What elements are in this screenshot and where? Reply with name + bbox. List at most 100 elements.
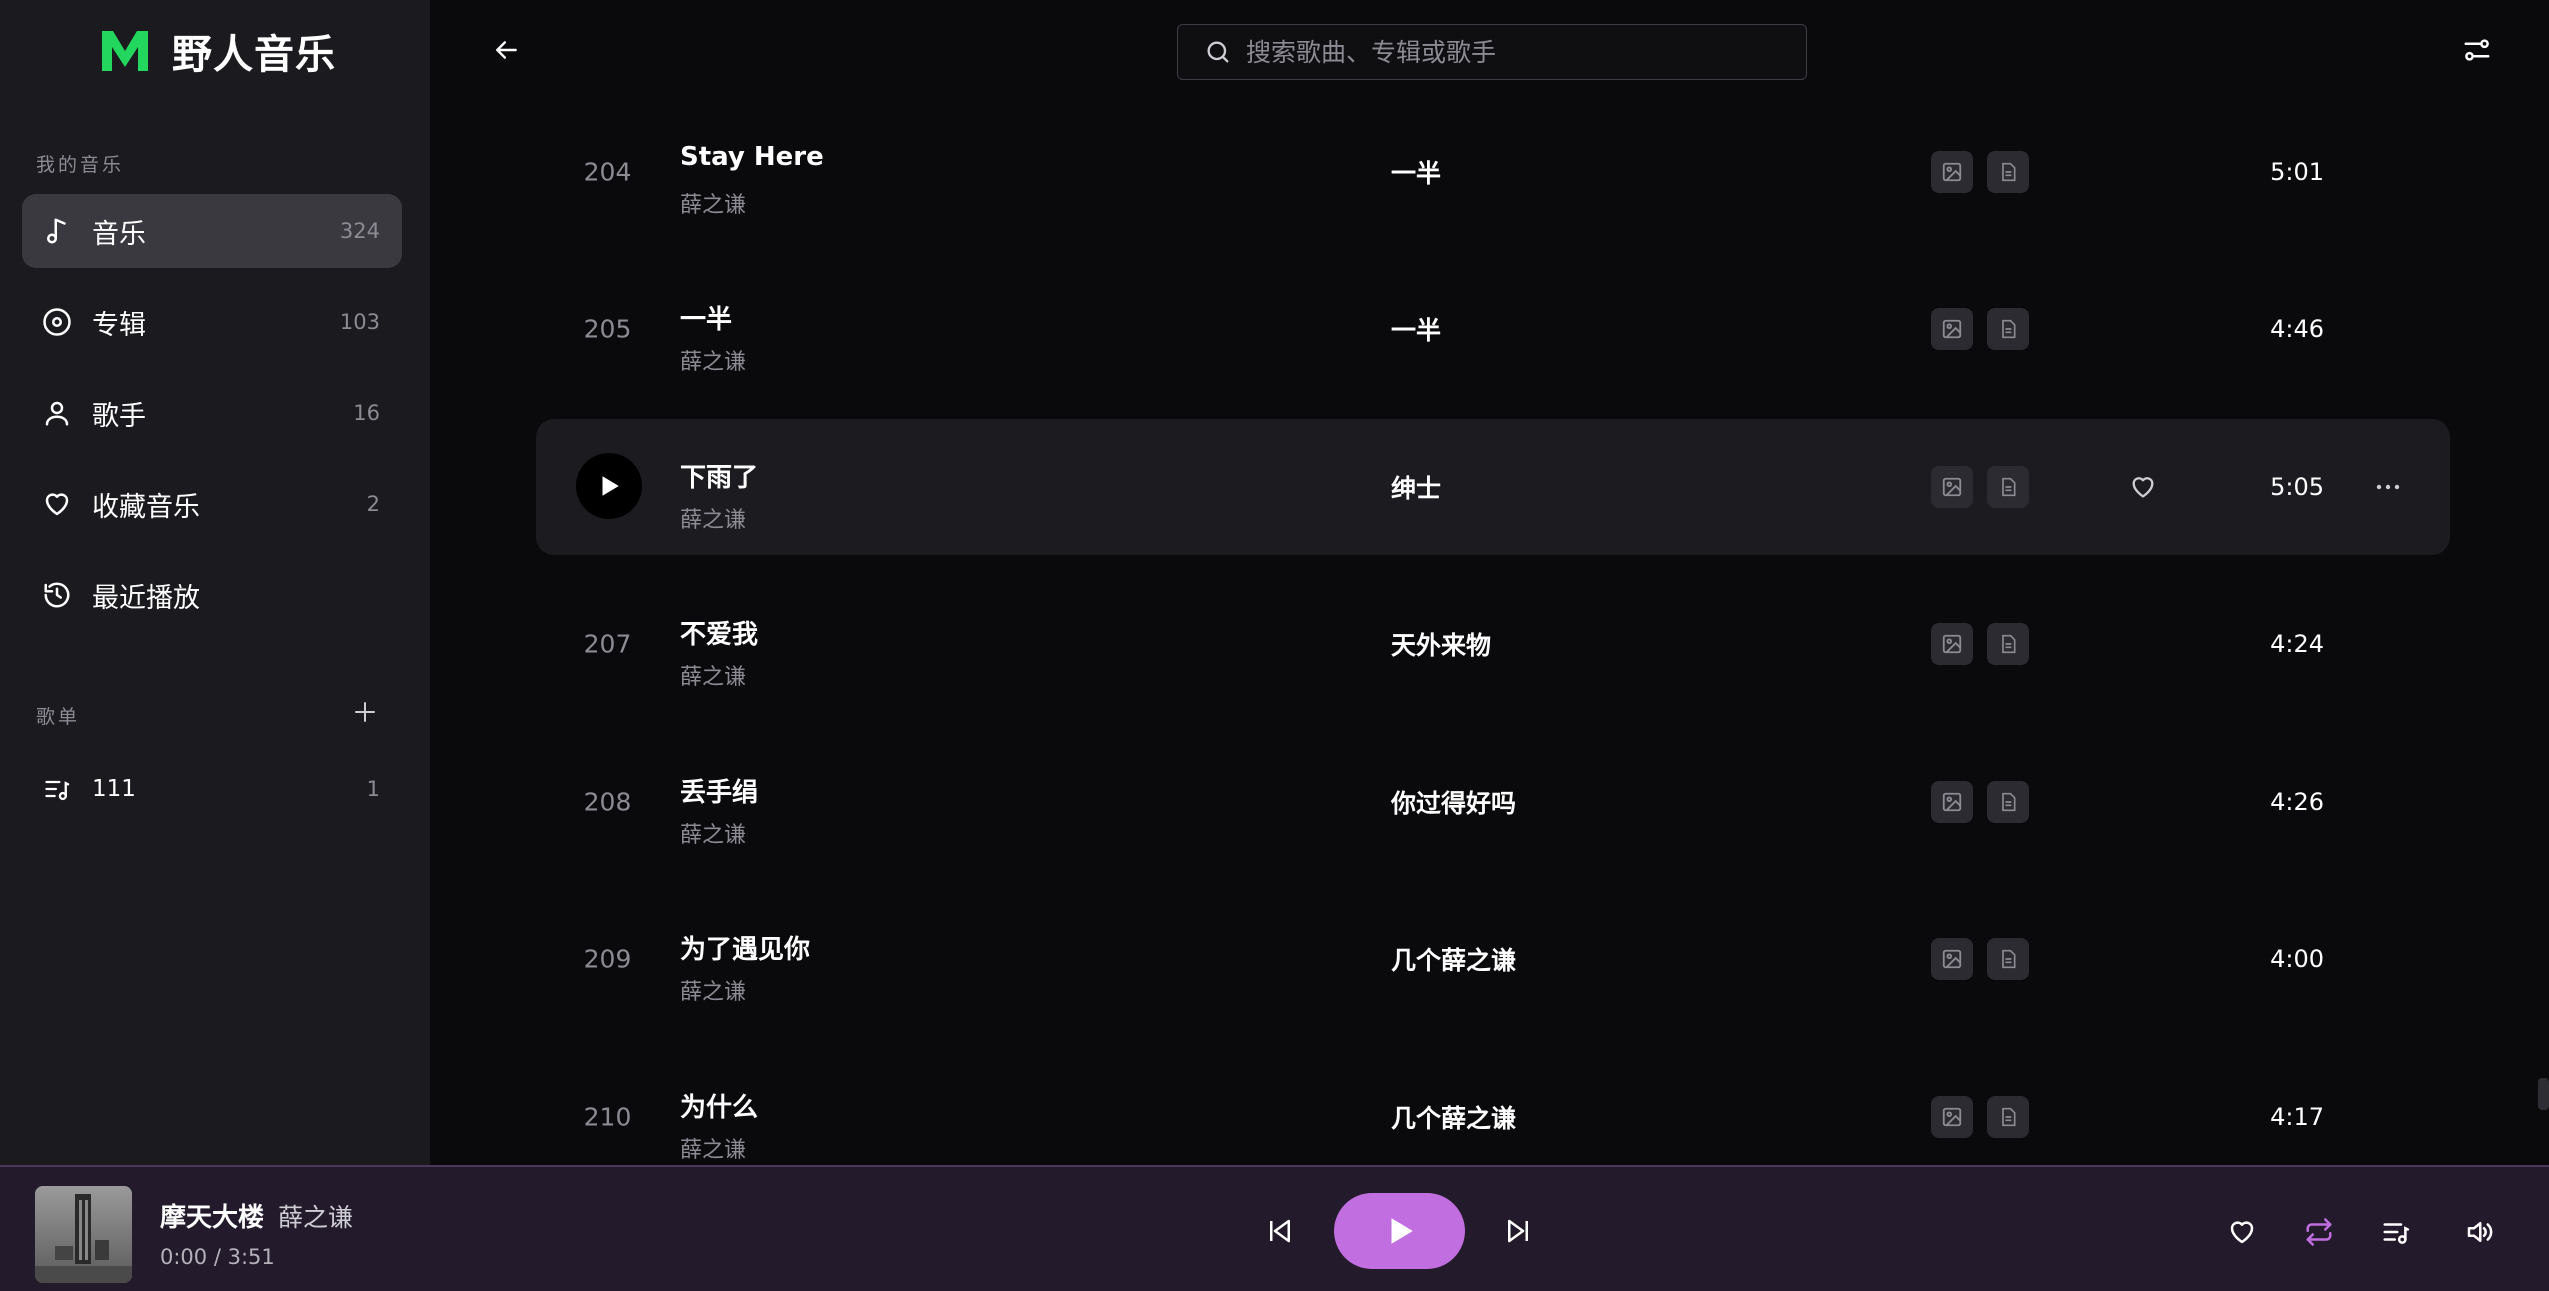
song-number: 208 [583, 787, 632, 817]
favorite-current-button[interactable] [2224, 1214, 2260, 1250]
sidebar-item-label: 歌手 [92, 400, 146, 432]
playback-time: 0:00 / 3:51 [160, 1245, 275, 1269]
sidebar-item-label: 专辑 [92, 309, 146, 341]
back-button[interactable] [490, 33, 524, 67]
song-title: 为什么 [680, 1093, 759, 1123]
cover-image-icon [1931, 938, 1973, 980]
logo-m-icon [102, 31, 148, 71]
more-options-button[interactable] [2368, 472, 2408, 502]
sidebar-item-albums[interactable]: 专辑 103 [22, 285, 402, 359]
sidebar-item-count: 2 [366, 492, 380, 516]
song-album[interactable]: 你过得好吗 [1391, 784, 1516, 820]
song-duration: 4:17 [2270, 1103, 2324, 1131]
plus-icon [355, 702, 375, 722]
song-album[interactable]: 绅士 [1391, 469, 1441, 505]
more-dots-icon [2376, 484, 2400, 490]
song-title: 一半 [680, 305, 733, 335]
play-icon [1391, 1218, 1413, 1244]
sidebar-item-music[interactable]: 音乐 324 [22, 194, 402, 268]
play-song-button[interactable] [576, 453, 642, 519]
song-number: 209 [583, 944, 632, 974]
song-number: 205 [583, 314, 632, 344]
song-album[interactable]: 几个薛之谦 [1391, 1099, 1516, 1135]
song-artist[interactable]: 薛之谦 [680, 659, 746, 691]
now-playing-cover[interactable] [35, 1186, 132, 1283]
repeat-icon [2306, 1218, 2332, 1246]
sidebar-item-count: 16 [353, 401, 380, 425]
playlist-icon [40, 772, 74, 806]
now-playing-artist[interactable]: 薛之谦 [278, 1198, 353, 1234]
sidebar-item-count: 103 [339, 310, 380, 334]
song-number: 207 [583, 629, 632, 659]
history-icon [40, 578, 74, 612]
previous-button[interactable] [1262, 1213, 1298, 1249]
song-row[interactable]: 下雨了 薛之谦 绅士 5:05 [536, 419, 2450, 555]
lyrics-file-icon [1987, 466, 2029, 508]
cover-image-icon [1931, 623, 1973, 665]
cover-image-icon [1931, 1096, 1973, 1138]
now-playing-title: 摩天大楼 [160, 1203, 265, 1233]
song-duration: 4:26 [2270, 788, 2324, 816]
play-pause-button[interactable] [1334, 1193, 1465, 1269]
song-album[interactable]: 天外来物 [1391, 626, 1491, 662]
playlists-label: 歌单 [36, 706, 81, 728]
song-title: 为了遇见你 [680, 935, 811, 965]
song-artist[interactable]: 薛之谦 [680, 187, 746, 219]
song-artist[interactable]: 薛之谦 [680, 817, 746, 849]
queue-button[interactable] [2378, 1214, 2414, 1250]
lyrics-file-icon [1987, 1096, 2029, 1138]
playlist-item-111[interactable]: 111 1 [22, 752, 402, 826]
song-artist[interactable]: 薛之谦 [680, 502, 746, 534]
next-button[interactable] [1500, 1213, 1536, 1249]
song-row[interactable]: 208 丢手绢 薛之谦 你过得好吗 4:26 [536, 734, 2450, 870]
logo[interactable]: 野人音乐 [100, 25, 336, 78]
song-artist[interactable]: 薛之谦 [680, 1132, 746, 1164]
playlist-item-count: 1 [366, 777, 380, 801]
player-bar: 摩天大楼 薛之谦 0:00 / 3:51 [0, 1165, 2549, 1291]
song-album[interactable]: 几个薛之谦 [1391, 941, 1516, 977]
volume-button[interactable] [2461, 1214, 2497, 1250]
cover-image-icon [1931, 466, 1973, 508]
song-row[interactable]: 204 Stay Here 薛之谦 一半 5:01 [536, 104, 2450, 240]
sidebar-item-artists[interactable]: 歌手 16 [22, 376, 402, 450]
user-icon [40, 396, 74, 430]
song-title: 下雨了 [680, 463, 759, 493]
song-number: 204 [583, 157, 632, 187]
arrow-left-icon [496, 41, 517, 59]
song-title: 丢手绢 [680, 778, 759, 808]
scrollbar-thumb[interactable] [2538, 1078, 2549, 1110]
search-input[interactable] [1246, 37, 1806, 67]
repeat-button[interactable] [2301, 1214, 2337, 1250]
song-duration: 4:24 [2270, 630, 2324, 658]
song-album[interactable]: 一半 [1391, 311, 1441, 347]
heart-icon [2132, 477, 2154, 498]
sidebar-item-count: 324 [339, 219, 380, 243]
sidebar-item-label: 音乐 [92, 218, 146, 250]
song-artist[interactable]: 薛之谦 [680, 344, 746, 376]
song-album[interactable]: 一半 [1391, 154, 1441, 190]
volume-icon [2467, 1222, 2493, 1242]
song-duration: 5:05 [2270, 473, 2324, 501]
song-row[interactable]: 209 为了遇见你 薛之谦 几个薛之谦 4:00 [536, 891, 2450, 1027]
song-title: 不爱我 [680, 620, 759, 650]
song-row[interactable]: 205 一半 薛之谦 一半 4:46 [536, 261, 2450, 397]
sidebar: 野人音乐 我的音乐 音乐 324 专辑 103 歌手 16 收藏音乐 2 最近播… [0, 0, 430, 1165]
sidebar-item-favorites[interactable]: 收藏音乐 2 [22, 467, 402, 541]
song-artist[interactable]: 薛之谦 [680, 974, 746, 1006]
add-playlist-button[interactable] [350, 697, 380, 727]
sidebar-item-label: 收藏音乐 [92, 491, 200, 523]
song-number: 210 [583, 1102, 632, 1132]
search-box[interactable] [1177, 24, 1807, 80]
cover-image-icon [1931, 308, 1973, 350]
sidebar-item-recent[interactable]: 最近播放 [22, 558, 402, 632]
cover-image-icon [1931, 781, 1973, 823]
music-note-icon [40, 214, 74, 248]
heart-icon [2230, 1221, 2254, 1244]
favorite-button[interactable] [2126, 470, 2160, 504]
skip-back-icon [1270, 1219, 1290, 1243]
playlist-icon [2383, 1223, 2410, 1244]
song-title: Stay Here [680, 142, 824, 172]
settings-filter-button[interactable] [2462, 35, 2492, 65]
song-row[interactable]: 207 不爱我 薛之谦 天外来物 4:24 [536, 576, 2450, 712]
play-icon [602, 476, 619, 496]
